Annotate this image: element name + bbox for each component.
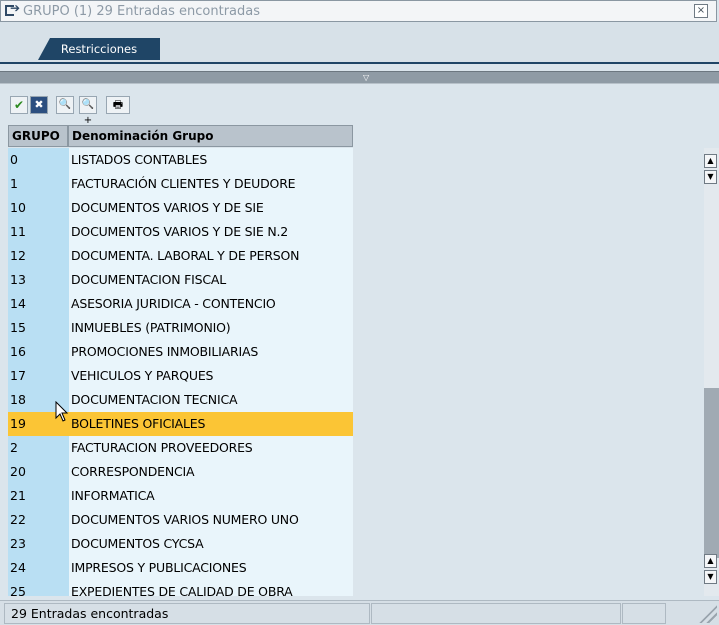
cell-grupo[interactable]: 24	[8, 556, 69, 580]
cell-grupo[interactable]: 22	[8, 508, 69, 532]
cell-denominacion[interactable]: DOCUMENTOS VARIOS NUMERO UNO	[69, 508, 353, 532]
cell-denominacion[interactable]: INMUEBLES (PATRIMONIO)	[69, 316, 353, 340]
table-row[interactable]: 17 VEHICULOS Y PARQUES	[8, 364, 704, 388]
cell-grupo[interactable]: 21	[8, 484, 69, 508]
close-icon[interactable]: ×	[694, 4, 708, 18]
cell-grupo[interactable]: 15	[8, 316, 69, 340]
status-field-3	[622, 603, 666, 624]
cell-grupo[interactable]: 12	[8, 244, 69, 268]
cell-denominacion[interactable]: FACTURACION PROVEEDORES	[69, 436, 353, 460]
window-icon	[5, 1, 21, 18]
cell-denominacion[interactable]: DOCUMENTOS VARIOS Y DE SIE	[69, 196, 353, 220]
cell-denominacion[interactable]: DOCUMENTACION FISCAL	[69, 268, 353, 292]
cell-denominacion[interactable]: DOCUMENTOS VARIOS Y DE SIE N.2	[69, 220, 353, 244]
find-icon[interactable]: 🔍	[56, 96, 74, 114]
cell-denominacion[interactable]: DOCUMENTA. LABORAL Y DE PERSON	[69, 244, 353, 268]
resize-grip-icon[interactable]	[699, 605, 717, 623]
tab-strip: Restricciones	[0, 22, 719, 62]
table-row[interactable]: 0 LISTADOS CONTABLES	[8, 148, 704, 172]
table-row[interactable]: 13 DOCUMENTACION FISCAL	[8, 268, 704, 292]
cell-denominacion[interactable]: DOCUMENTACION TECNICA	[69, 388, 353, 412]
cell-denominacion[interactable]: EXPEDIENTES DE CALIDAD DE OBRA	[69, 580, 353, 596]
table-row[interactable]: 20 CORRESPONDENCIA	[8, 460, 704, 484]
tab-underline	[0, 62, 719, 64]
toolbar: ✔ ✖ 🔍 🔍+ 🖶	[0, 94, 719, 126]
table-row[interactable]: 25 EXPEDIENTES DE CALIDAD DE OBRA	[8, 580, 704, 596]
table-row[interactable]: 16 PROMOCIONES INMOBILIARIAS	[8, 340, 704, 364]
table-row[interactable]: 22 DOCUMENTOS VARIOS NUMERO UNO	[8, 508, 704, 532]
table-header: GRUPO Denominación Grupo	[8, 125, 353, 147]
status-field-2	[371, 603, 621, 624]
table-row[interactable]: 24 IMPRESOS Y PUBLICACIONES	[8, 556, 704, 580]
column-header-denominacion[interactable]: Denominación Grupo	[68, 125, 353, 147]
scroll-down-icon[interactable]: ▼	[704, 170, 717, 184]
scroll-up-icon[interactable]: ▲	[704, 154, 717, 168]
cell-denominacion[interactable]: INFORMATICA	[69, 484, 353, 508]
scroll-down-icon[interactable]: ▼	[704, 570, 717, 584]
table-row[interactable]: 21 INFORMATICA	[8, 484, 704, 508]
column-header-grupo[interactable]: GRUPO	[8, 125, 68, 147]
scroll-up-icon[interactable]: ▲	[704, 554, 717, 568]
cell-grupo[interactable]: 1	[8, 172, 69, 196]
cell-grupo[interactable]: 14	[8, 292, 69, 316]
tab-restricciones[interactable]: Restricciones	[38, 38, 160, 60]
table-row[interactable]: 2 FACTURACION PROVEEDORES	[8, 436, 704, 460]
cell-denominacion[interactable]: CORRESPONDENCIA	[69, 460, 353, 484]
status-bar: 29 Entradas encontradas	[0, 600, 719, 625]
cell-grupo[interactable]: 10	[8, 196, 69, 220]
cell-grupo[interactable]: 11	[8, 220, 69, 244]
cell-grupo[interactable]: 20	[8, 460, 69, 484]
cell-denominacion[interactable]: LISTADOS CONTABLES	[69, 148, 353, 172]
cell-grupo[interactable]: 25	[8, 580, 69, 596]
scrollbar-thumb[interactable]	[704, 388, 719, 558]
cell-denominacion[interactable]: PROMOCIONES INMOBILIARIAS	[69, 340, 353, 364]
window-titlebar: GRUPO (1) 29 Entradas encontradas ×	[0, 0, 717, 22]
table-row[interactable]: 12 DOCUMENTA. LABORAL Y DE PERSON	[8, 244, 704, 268]
splitter-grip-icon[interactable]: ▽	[363, 73, 369, 82]
vertical-scrollbar[interactable]: ▲ ▼ ▲ ▼	[704, 148, 719, 596]
table-row[interactable]: 11 DOCUMENTOS VARIOS Y DE SIE N.2	[8, 220, 704, 244]
cell-grupo[interactable]: 0	[8, 148, 69, 172]
table-row[interactable]: 14 ASESORIA JURIDICA - CONTENCIO	[8, 292, 704, 316]
cell-denominacion[interactable]: DOCUMENTOS CYCSA	[69, 532, 353, 556]
splitter-bar[interactable]: ▽	[0, 71, 719, 84]
cell-denominacion[interactable]: IMPRESOS Y PUBLICACIONES	[69, 556, 353, 580]
cell-denominacion[interactable]: BOLETINES OFICIALES	[69, 412, 353, 436]
cell-denominacion[interactable]: FACTURACIÓN CLIENTES Y DEUDORE	[69, 172, 353, 196]
table-row[interactable]: 18 DOCUMENTACION TECNICA	[8, 388, 704, 412]
cell-denominacion[interactable]: ASESORIA JURIDICA - CONTENCIO	[69, 292, 353, 316]
cell-denominacion[interactable]: VEHICULOS Y PARQUES	[69, 364, 353, 388]
cell-grupo[interactable]: 2	[8, 436, 69, 460]
find-next-icon[interactable]: 🔍+	[79, 96, 97, 126]
cell-grupo[interactable]: 23	[8, 532, 69, 556]
cancel-icon[interactable]: ✖	[30, 96, 48, 114]
cell-grupo[interactable]: 13	[8, 268, 69, 292]
results-table: 0 LISTADOS CONTABLES 1 FACTURACIÓN CLIENTES…	[8, 148, 704, 596]
cell-grupo[interactable]: 16	[8, 340, 69, 364]
table-row[interactable]: 15 INMUEBLES (PATRIMONIO)	[8, 316, 704, 340]
cell-grupo[interactable]: 17	[8, 364, 69, 388]
table-row[interactable]: 10 DOCUMENTOS VARIOS Y DE SIE	[8, 196, 704, 220]
check-icon[interactable]: ✔	[10, 96, 28, 114]
print-icon[interactable]: 🖶	[106, 96, 130, 114]
status-message: 29 Entradas encontradas	[4, 603, 370, 624]
table-row[interactable]: 1 FACTURACIÓN CLIENTES Y DEUDORE	[8, 172, 704, 196]
window-title: GRUPO (1) 29 Entradas encontradas	[23, 3, 261, 19]
mouse-cursor-icon	[55, 401, 69, 422]
table-row[interactable]: 23 DOCUMENTOS CYCSA	[8, 532, 704, 556]
table-row[interactable]: 19 BOLETINES OFICIALES	[8, 412, 704, 436]
